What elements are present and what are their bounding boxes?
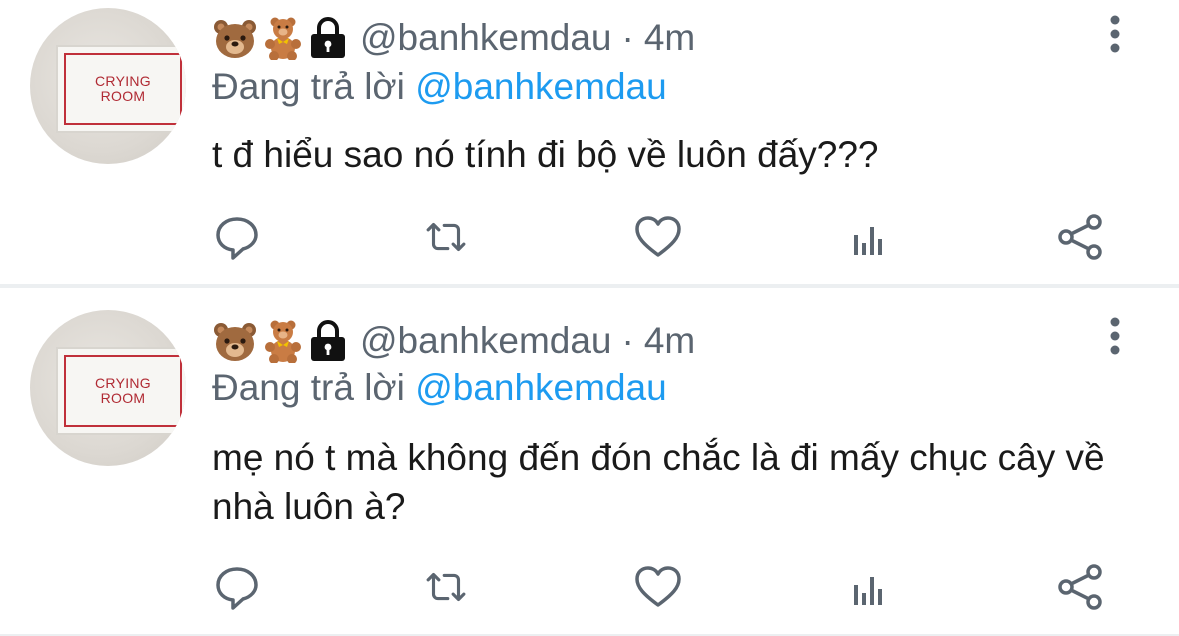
tweet-header: @banhkemdau · 4m xyxy=(212,16,695,61)
retweet-button[interactable] xyxy=(421,562,471,612)
tweet[interactable]: CRYING ROOM @banhkemdau · 4m Đang trả lờ… xyxy=(0,288,1179,634)
lock-icon xyxy=(308,319,348,363)
avatar-sign-image: CRYING ROOM xyxy=(56,347,186,435)
avatar[interactable]: CRYING ROOM xyxy=(30,310,186,466)
retweet-button[interactable] xyxy=(421,212,471,262)
action-bar xyxy=(0,212,1179,262)
time-separator: · xyxy=(621,320,634,361)
more-vertical-icon xyxy=(1110,317,1120,355)
replying-to: Đang trả lời @banhkemdau xyxy=(212,367,667,409)
more-options-button[interactable] xyxy=(1102,14,1128,58)
retweet-icon xyxy=(426,222,466,252)
tweet-header: @banhkemdau · 4m xyxy=(212,319,695,364)
reply-button[interactable] xyxy=(212,562,262,612)
like-icon xyxy=(635,216,681,257)
more-vertical-icon xyxy=(1110,15,1120,53)
more-options-button[interactable] xyxy=(1102,316,1128,360)
replying-to-mention[interactable]: @banhkemdau xyxy=(415,367,667,408)
share-button[interactable] xyxy=(1056,212,1106,262)
teddy-bear-icon xyxy=(260,319,306,364)
avatar-sign-image: CRYING ROOM xyxy=(56,45,186,133)
reply-button[interactable] xyxy=(212,212,262,262)
user-handle[interactable]: @banhkemdau xyxy=(360,17,612,59)
like-icon xyxy=(635,566,681,607)
like-button[interactable] xyxy=(633,562,683,612)
time-separator: · xyxy=(621,17,634,58)
analytics-button[interactable] xyxy=(845,212,895,262)
share-icon xyxy=(1058,564,1102,610)
tweet-text: mẹ nó t mà không đến đón chắc là đi mấy … xyxy=(212,437,1105,527)
replying-to-mention[interactable]: @banhkemdau xyxy=(415,66,667,107)
share-icon xyxy=(1058,214,1102,260)
avatar-sign-line: CRYING xyxy=(95,375,151,391)
avatar-sign-line: CRYING xyxy=(95,73,151,89)
retweet-icon xyxy=(426,572,466,602)
replying-to: Đang trả lời @banhkemdau xyxy=(212,66,667,108)
tweet-text: t đ hiểu sao nó tính đi bộ về luôn đấy??… xyxy=(212,134,879,175)
timestamp[interactable]: 4m xyxy=(644,320,695,362)
avatar-sign-line: ROOM xyxy=(100,88,146,104)
replying-prefix: Đang trả lời xyxy=(212,66,405,107)
analytics-icon xyxy=(854,577,882,605)
user-handle[interactable]: @banhkemdau xyxy=(360,320,612,362)
bear-face-icon xyxy=(212,319,258,363)
avatar-sign-line: ROOM xyxy=(100,390,146,406)
tweet[interactable]: CRYING ROOM @banhkemdau · 4m Đang trả lờ… xyxy=(0,0,1179,284)
teddy-bear-icon xyxy=(260,16,306,61)
bear-face-icon xyxy=(212,16,258,60)
lock-icon xyxy=(308,16,348,60)
like-button[interactable] xyxy=(633,212,683,262)
action-bar xyxy=(0,562,1179,612)
reply-icon xyxy=(216,217,258,260)
share-button[interactable] xyxy=(1056,562,1106,612)
reply-icon xyxy=(216,567,258,610)
replying-prefix: Đang trả lời xyxy=(212,367,405,408)
timestamp[interactable]: 4m xyxy=(644,17,695,59)
analytics-button[interactable] xyxy=(845,562,895,612)
analytics-icon xyxy=(854,227,882,255)
avatar[interactable]: CRYING ROOM xyxy=(30,8,186,164)
